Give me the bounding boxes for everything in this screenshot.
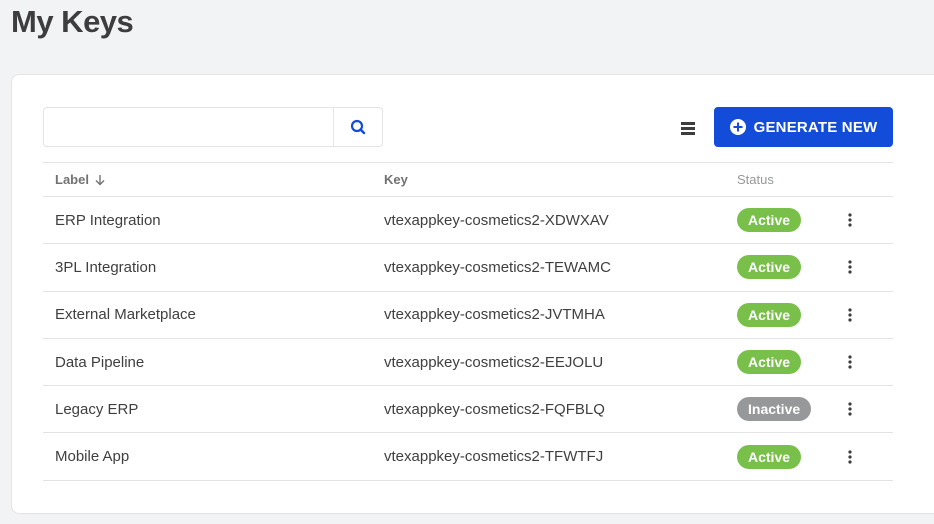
key-label: 3PL Integration <box>55 258 157 276</box>
key-label: Legacy ERP <box>55 400 139 418</box>
key-label: Data Pipeline <box>55 353 145 371</box>
row-actions-button[interactable] <box>842 352 858 372</box>
status-badge: Active <box>737 255 802 280</box>
status-badge: Active <box>737 444 802 469</box>
table-row[interactable]: ERP Integration vtexappkey-cosmetics2-XD… <box>43 197 893 245</box>
search-box <box>43 107 383 147</box>
generate-new-button[interactable]: GENERATE NEW <box>714 107 893 147</box>
keys-card: GENERATE NEW Label Key Status ERP Integr… <box>11 74 934 514</box>
generate-new-label: GENERATE NEW <box>753 118 878 136</box>
density-icon <box>681 121 695 135</box>
key-value: vtexappkey-cosmetics2-TEWAMC <box>384 258 611 276</box>
kebab-menu-icon <box>848 260 852 275</box>
row-actions-button[interactable] <box>842 447 858 467</box>
table-row[interactable]: Data Pipeline vtexappkey-cosmetics2-EEJO… <box>43 339 893 387</box>
row-actions-button[interactable] <box>842 305 858 325</box>
kebab-menu-icon <box>848 213 852 227</box>
density-toggle-button[interactable] <box>678 120 698 136</box>
table-header: Label Key Status <box>43 162 893 197</box>
status-badge: Active <box>737 302 802 327</box>
kebab-menu-icon <box>848 402 852 416</box>
column-header-label[interactable]: Label <box>55 172 384 187</box>
table-row[interactable]: Mobile App vtexappkey-cosmetics2-TFWTFJ … <box>43 433 893 481</box>
key-value: vtexappkey-cosmetics2-XDWXAV <box>384 211 609 229</box>
status-badge: Active <box>737 350 802 375</box>
search-input[interactable] <box>44 108 333 146</box>
table-row[interactable]: Legacy ERP vtexappkey-cosmetics2-FQFBLQ … <box>43 386 893 434</box>
search-icon <box>350 119 366 135</box>
status-badge: Inactive <box>737 397 812 422</box>
status-badge: Active <box>737 208 802 233</box>
row-actions-button[interactable] <box>842 210 858 230</box>
key-value: vtexappkey-cosmetics2-JVTMHA <box>384 306 605 324</box>
row-actions-button[interactable] <box>842 257 858 277</box>
key-label: External Marketplace <box>55 306 196 324</box>
search-button[interactable] <box>333 108 382 146</box>
table-row[interactable]: External Marketplace vtexappkey-cosmetic… <box>43 292 893 339</box>
key-label: ERP Integration <box>55 211 161 229</box>
kebab-menu-icon <box>848 308 852 322</box>
key-label: Mobile App <box>55 448 130 466</box>
keys-table: Label Key Status ERP Integration vtexapp… <box>43 162 893 481</box>
column-header-label-text: Label <box>55 172 89 187</box>
kebab-menu-icon <box>848 450 852 464</box>
column-header-key: Key <box>384 172 408 187</box>
table-row[interactable]: 3PL Integration vtexappkey-cosmetics2-TE… <box>43 244 893 292</box>
row-actions-button[interactable] <box>842 399 858 419</box>
key-value: vtexappkey-cosmetics2-FQFBLQ <box>384 400 605 418</box>
key-value: vtexappkey-cosmetics2-EEJOLU <box>384 353 604 371</box>
arrow-down-icon <box>95 174 105 185</box>
kebab-menu-icon <box>848 355 852 369</box>
plus-circle-icon <box>729 119 746 135</box>
key-value: vtexappkey-cosmetics2-TFWTFJ <box>384 448 604 466</box>
column-header-status: Status <box>737 172 774 187</box>
page-title: My Keys <box>11 4 134 39</box>
